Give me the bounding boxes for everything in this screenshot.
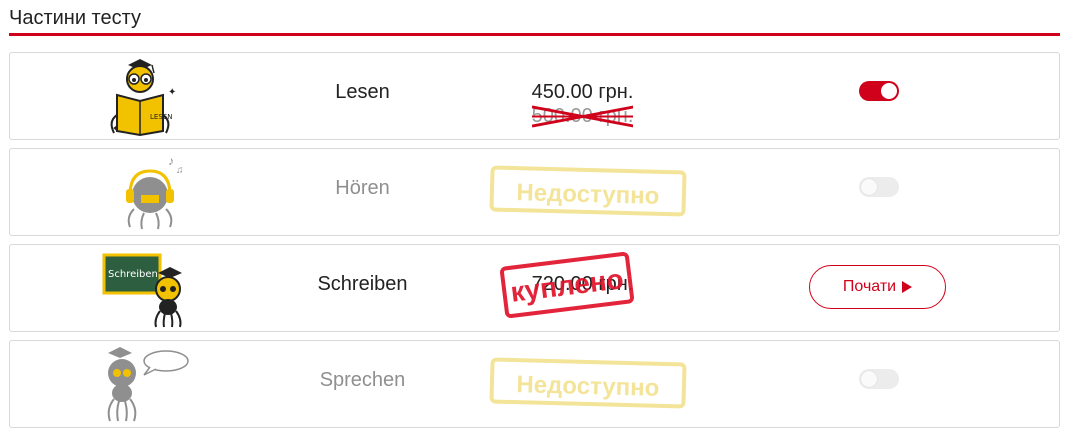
purchased-stamp: куплено: [499, 251, 635, 319]
part-name: Hören: [335, 177, 390, 199]
writing-spider-icon: Schreiben: [102, 253, 182, 328]
speaking-spider-icon: [107, 347, 189, 422]
strikethrough-icon: [531, 105, 634, 128]
unavailable-stamp: Недоступно: [489, 357, 687, 409]
board-text: Schreiben: [108, 269, 158, 280]
test-part-row-schreiben: Schreiben Schreiben 720.00 грн. куплено …: [9, 244, 1060, 332]
section-title: Частини тесту: [9, 7, 142, 29]
test-part-row-sprechen: Sprechen Недоступно: [9, 340, 1060, 428]
part-name: Schreiben: [317, 273, 408, 295]
toggle-part-hoeren: [859, 177, 899, 197]
toggle-knob: [861, 371, 877, 387]
reading-spider-icon: LESEN ✦ ✦: [110, 59, 176, 137]
toggle-part-sprechen: [859, 369, 899, 389]
unavailable-stamp: Недоступно: [489, 165, 687, 217]
svg-text:♪: ♪: [168, 154, 174, 168]
part-name: Sprechen: [319, 369, 406, 391]
price-old: 500.00 грн.: [531, 105, 634, 128]
play-icon: [902, 281, 913, 293]
listening-spider-icon: ♪ ♫: [126, 154, 184, 230]
header-divider: [9, 33, 1060, 36]
svg-text:♫: ♫: [176, 165, 184, 176]
price-current: 450.00 грн.: [531, 81, 634, 103]
test-part-row-lesen: LESEN ✦ ✦ Lesen 450.00 грн. 500.00 грн.: [9, 52, 1060, 140]
test-part-row-hoeren: ♪ ♫ Hören Недоступно: [9, 148, 1060, 236]
toggle-part-lesen[interactable]: [859, 81, 899, 101]
part-name: Lesen: [335, 81, 390, 103]
svg-text:✦: ✦: [168, 87, 176, 98]
svg-text:LESEN: LESEN: [150, 113, 172, 121]
start-button-label: Почати: [842, 278, 897, 295]
start-button[interactable]: Почати: [809, 265, 946, 309]
svg-text:✦: ✦: [112, 124, 119, 133]
toggle-knob: [861, 179, 877, 195]
section-header: Частини тесту: [9, 0, 1060, 36]
toggle-knob: [881, 83, 897, 99]
